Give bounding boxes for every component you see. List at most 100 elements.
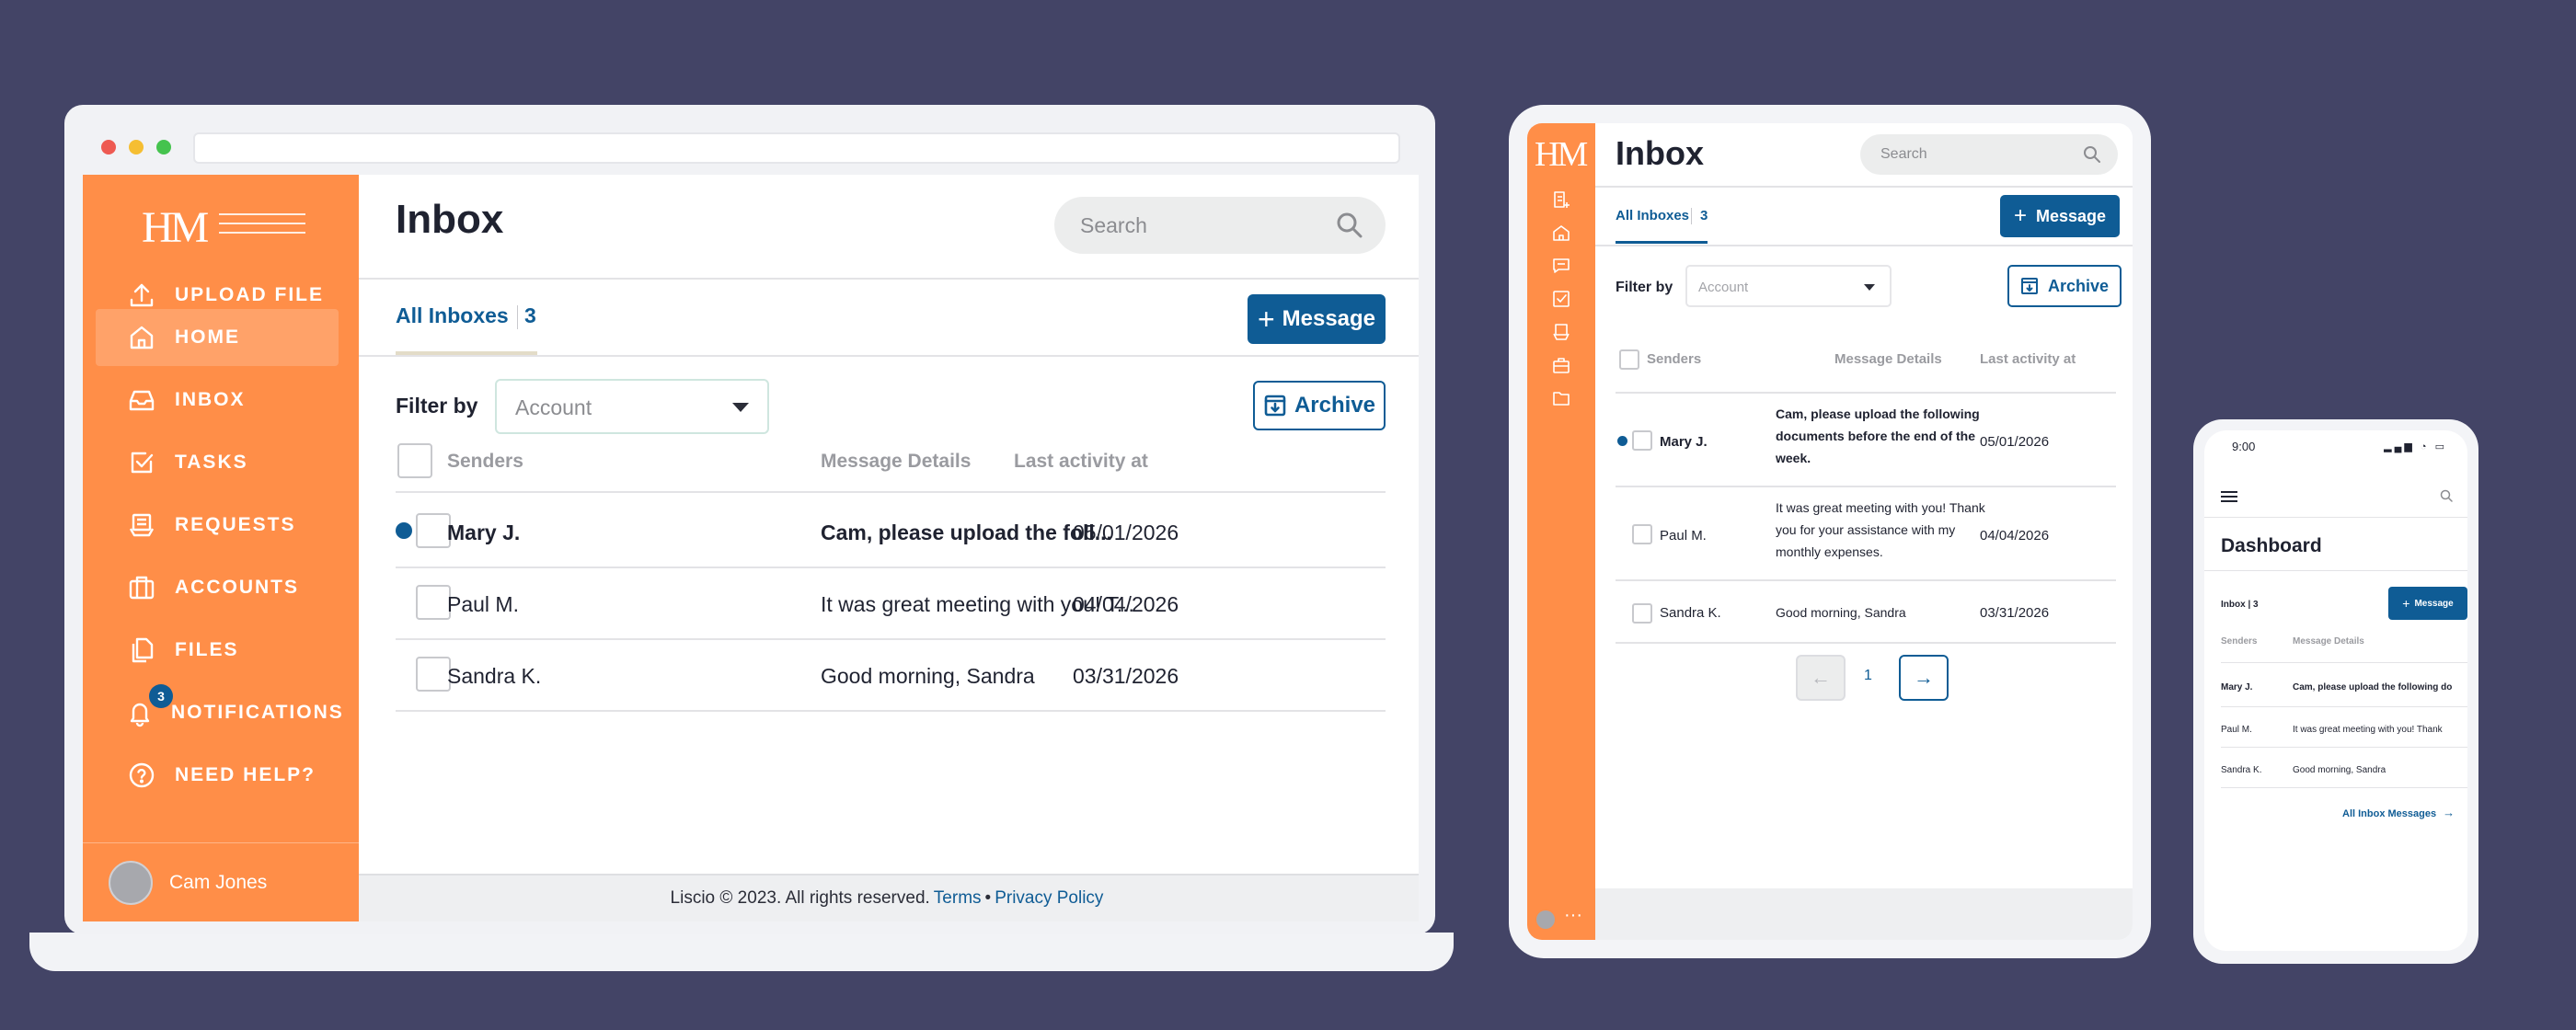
row-checkbox[interactable] [416,585,451,620]
tab-separator [1691,208,1692,224]
tasks-icon[interactable] [1551,289,1571,309]
row-checkbox[interactable] [1632,603,1652,624]
files-icon [125,634,158,667]
chevron-down-icon [1864,284,1875,291]
search-input[interactable]: Search [1054,197,1386,254]
sidebar-item-notifications[interactable]: 3 NOTIFICATIONS [96,684,342,741]
tab-separator [517,305,518,329]
row-sender[interactable]: Mary J. [2221,682,2252,692]
column-header-last-activity[interactable]: Last activity at [1980,351,2076,367]
row-sender[interactable]: Sandra K. [1660,605,1721,621]
row-sender[interactable]: Sandra K. [447,664,541,689]
column-header-senders[interactable]: Senders [2221,636,2257,647]
page-number[interactable]: 1 [1864,668,1872,684]
window-maximize-dot[interactable] [156,140,171,154]
row-sender[interactable]: Paul M. [1660,528,1707,544]
select-all-checkbox[interactable] [1619,349,1639,370]
hamburger-menu-icon[interactable] [2221,491,2237,505]
row-message-details[interactable]: Cam, please upload the following documen… [1776,403,1989,469]
tablet: HM ··· Inbox Search All Inboxes 3 + Mess… [1509,105,2151,958]
privacy-policy-link[interactable]: Privacy Policy [995,888,1103,909]
window-minimize-dot[interactable] [129,140,144,154]
account-filter-select[interactable]: Account [1685,265,1892,307]
divider [2204,570,2467,571]
search-icon[interactable] [2440,489,2453,502]
column-header-message-details[interactable]: Message Details [821,451,971,473]
archive-button[interactable]: Archive [2007,265,2122,307]
sidebar-item-requests[interactable]: REQUESTS [96,497,339,554]
page-title: Dashboard [2221,535,2322,556]
page-title: Inbox [396,197,504,242]
column-header-message-details[interactable]: Message Details [1834,351,1942,367]
plus-icon: + [2013,203,2027,228]
column-header-senders[interactable]: Senders [447,451,523,473]
column-header-senders[interactable]: Senders [1647,351,1701,367]
avatar[interactable] [109,860,153,905]
account-filter-select[interactable]: Account [495,379,769,434]
row-checkbox[interactable] [416,657,451,692]
row-message-details[interactable]: Cam, please upload the following do [2293,682,2452,692]
message-icon[interactable] [1551,256,1571,276]
upload-icon[interactable] [1551,189,1571,210]
avatar[interactable] [1536,910,1555,929]
row-sender[interactable]: Paul M. [447,592,519,617]
sidebar-item-label: NOTIFICATIONS [171,702,344,723]
archive-label: Archive [1294,393,1376,418]
next-page-button[interactable]: → [1899,655,1949,701]
search-placeholder: Search [1080,213,1147,237]
row-message-details[interactable]: It was great meeting with you! Thank you… [1776,497,1989,563]
new-message-button[interactable]: + Message [2388,587,2467,620]
terms-link[interactable]: Terms [934,888,982,909]
row-date: 05/01/2026 [1980,434,2050,450]
row-sender[interactable]: Mary J. [1660,434,1708,450]
new-message-button[interactable]: + Message [2000,195,2120,237]
row-message-details[interactable]: Good morning, Sandra [1776,605,1906,620]
account-filter-placeholder: Account [1698,280,1749,295]
previous-page-button[interactable]: ← [1796,655,1846,701]
row-sender[interactable]: Sandra K. [2221,765,2261,775]
row-checkbox[interactable] [416,513,451,548]
row-message-details[interactable]: It was great meeting with you! Thank [2293,725,2443,735]
sidebar-item-label: INBOX [175,389,246,410]
archive-label: Archive [2047,276,2110,295]
search-input[interactable]: Search [1860,134,2118,175]
sidebar-item-files[interactable]: FILES [96,622,339,679]
row-divider [1616,642,2116,644]
sidebar-item-tasks[interactable]: TASKS [96,434,339,491]
sidebar-item-accounts[interactable]: ACCOUNTS [96,559,339,616]
new-message-button[interactable]: + Message [1248,294,1386,344]
address-bar[interactable] [193,132,1400,164]
more-icon[interactable]: ··· [1564,905,1582,926]
upload-icon [125,279,158,312]
archive-button[interactable]: Archive [1253,381,1386,430]
window-close-dot[interactable] [101,140,116,154]
accounts-icon[interactable] [1551,355,1571,375]
requests-icon[interactable] [1551,322,1571,342]
row-date: 03/31/2026 [1980,605,2050,621]
divider [1595,186,2133,188]
row-message-details[interactable]: Good morning, Sandra [2293,765,2386,775]
tab-all-inboxes[interactable]: All Inboxes [396,303,509,328]
home-icon[interactable] [1551,223,1571,243]
laptop-screen: HM UPLOAD FILE HOME INBOX TASKS REQUESTS… [83,175,1419,921]
tasks-icon [125,446,158,479]
row-sender[interactable]: Paul M. [2221,725,2252,735]
folder-icon[interactable] [1551,388,1571,408]
sidebar-item-home[interactable]: HOME [96,309,339,366]
row-checkbox[interactable] [1632,430,1652,451]
row-checkbox[interactable] [1632,524,1652,544]
column-header-last-activity[interactable]: Last activity at [1014,451,1148,473]
row-sender[interactable]: Mary J. [447,521,520,545]
select-all-checkbox[interactable] [397,443,432,478]
all-inbox-messages-link[interactable]: All Inbox Messages → [2342,806,2455,819]
search-icon [1337,212,1363,238]
tab-all-inboxes[interactable]: All Inboxes [1616,208,1689,223]
tablet-sidebar-rail: HM ··· [1527,123,1595,940]
user-profile[interactable]: Cam Jones [83,842,359,921]
sidebar-item-inbox[interactable]: INBOX [96,372,339,429]
column-header-message-details[interactable]: Message Details [2293,636,2364,647]
row-message-details[interactable]: Cam, please upload the foll... [821,521,1112,545]
row-message-details[interactable]: Good morning, Sandra [821,664,1035,689]
requests-icon [125,509,158,542]
sidebar-item-need-help[interactable]: NEED HELP? [96,747,339,804]
